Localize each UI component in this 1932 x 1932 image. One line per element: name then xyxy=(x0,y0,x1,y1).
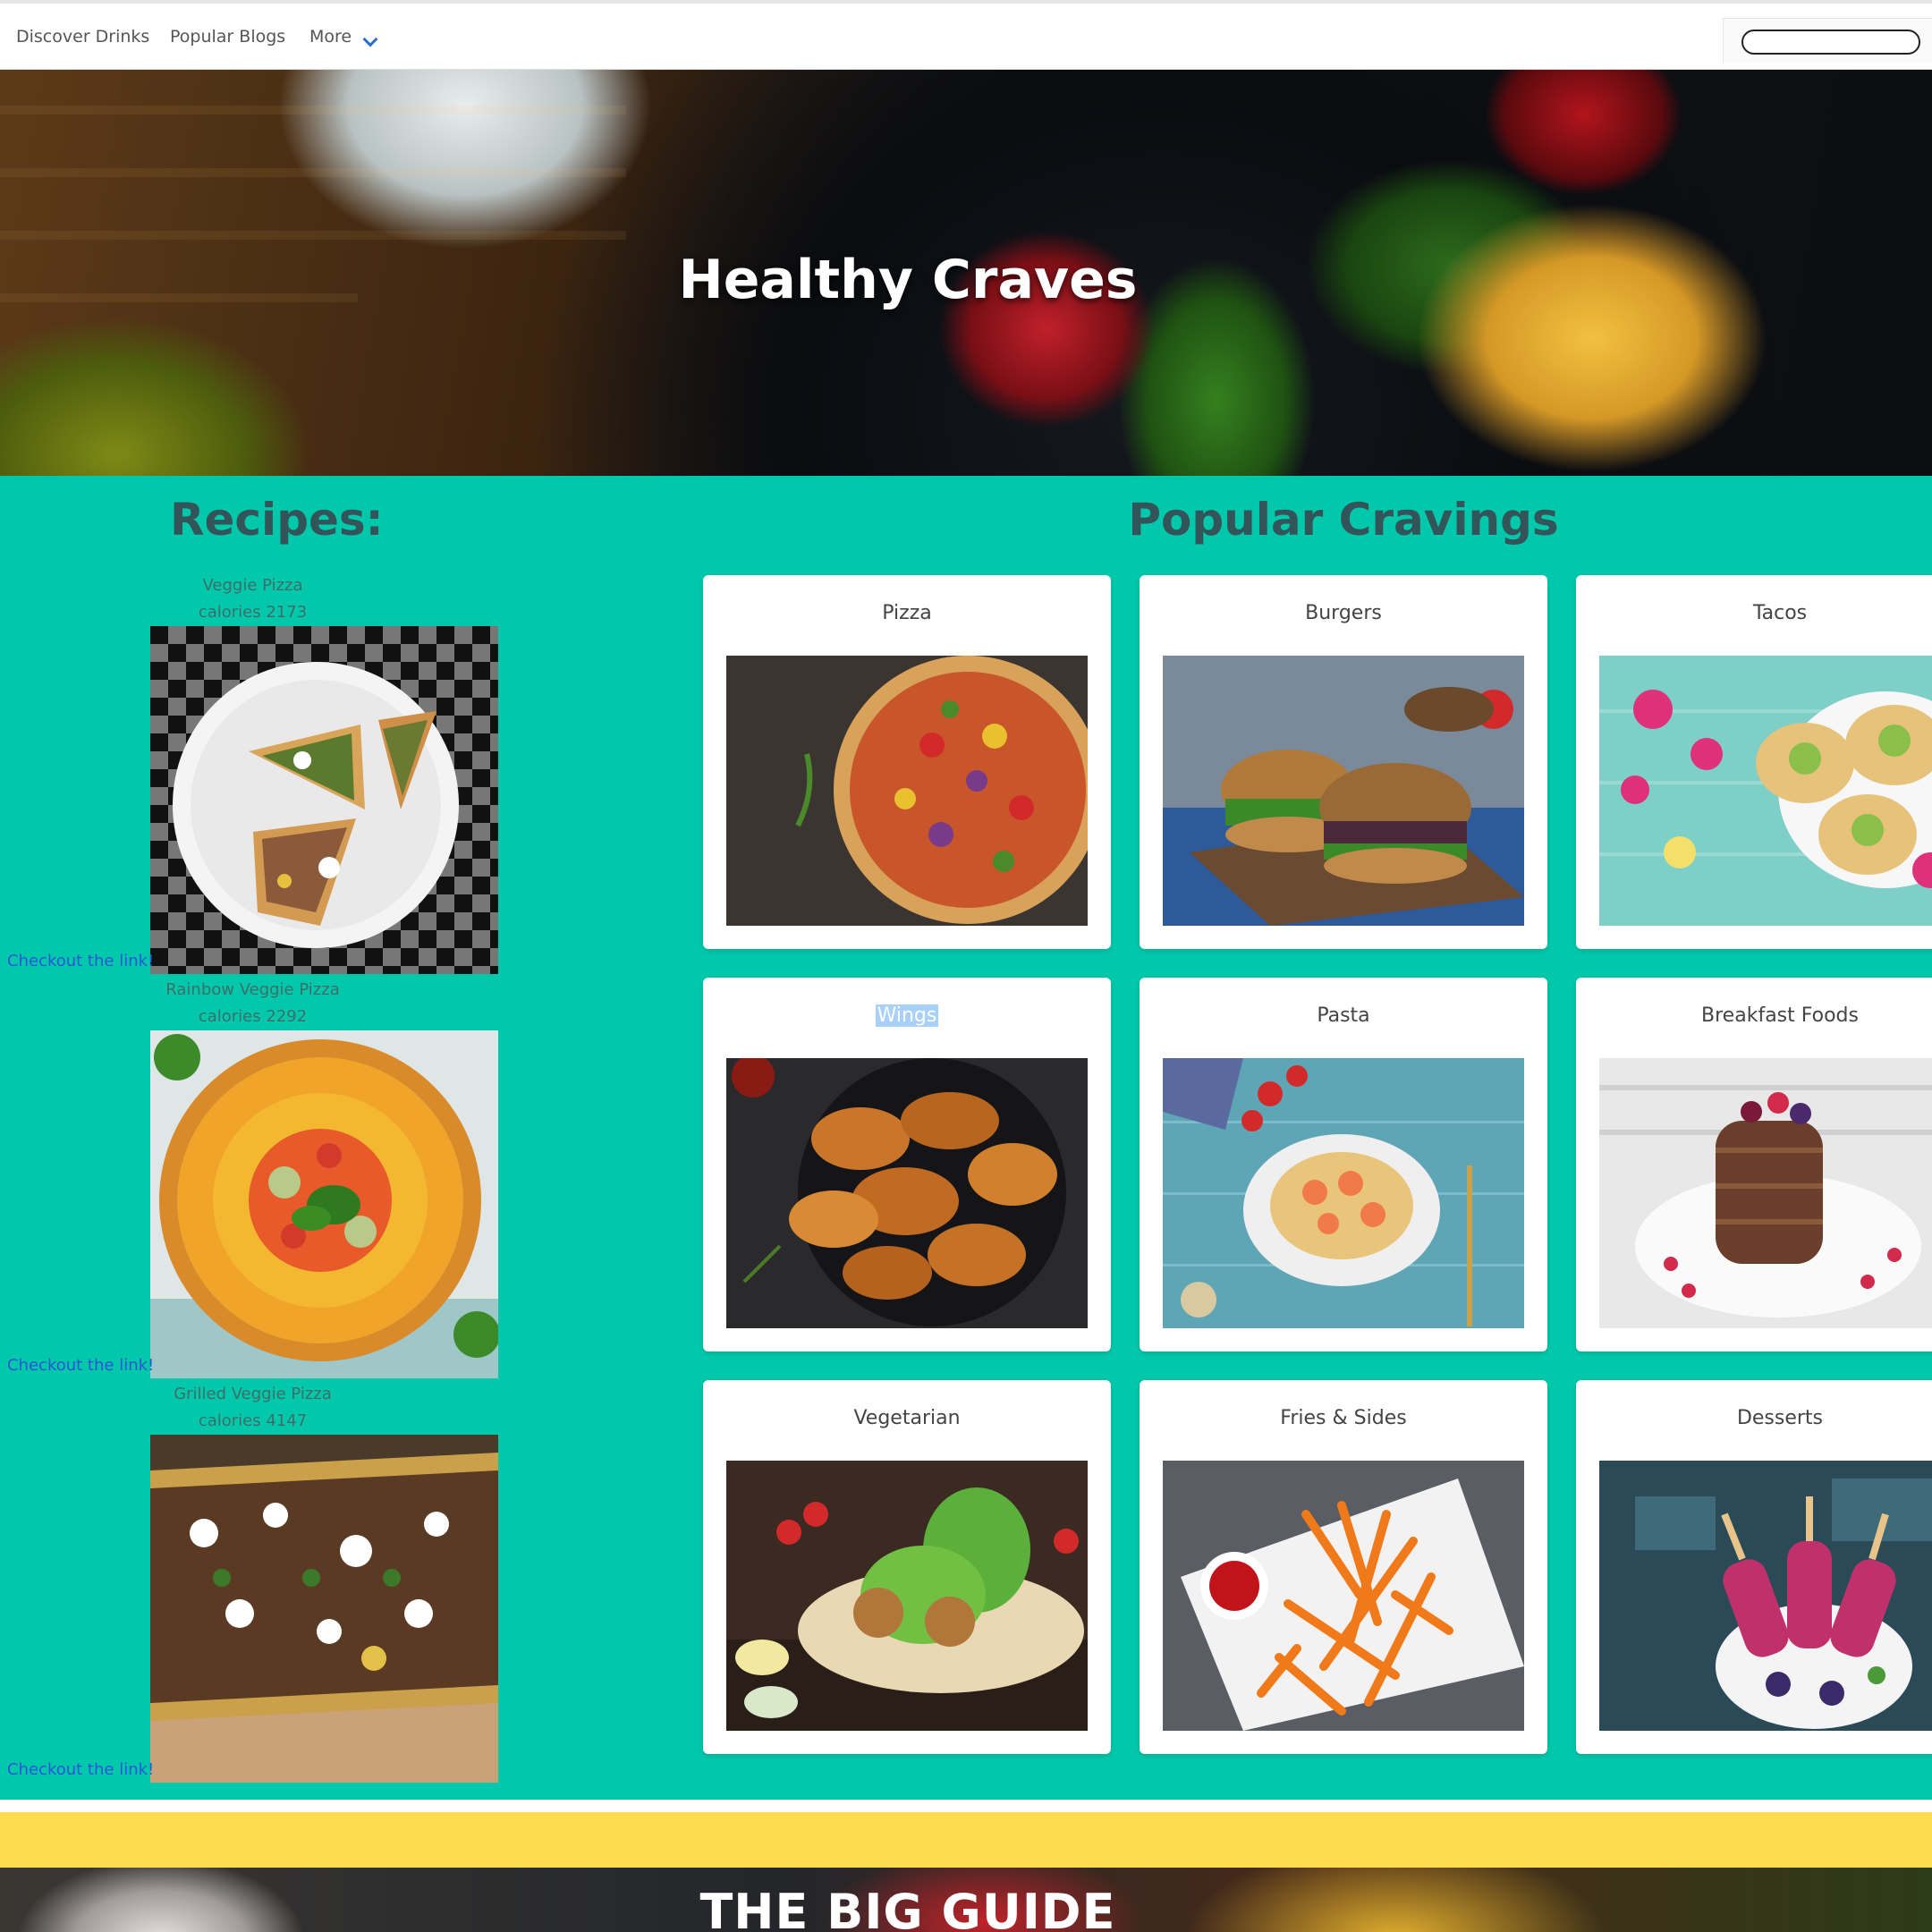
page: Discover Drinks Popular Blogs More Healt… xyxy=(0,0,1932,1932)
search-container xyxy=(1723,18,1932,63)
rainbow-pizza-image xyxy=(150,1030,498,1378)
recipe-name: Grilled Veggie Pizza xyxy=(174,1385,332,1403)
craving-card-tacos[interactable]: Tacos xyxy=(1576,575,1932,949)
craving-card-desserts[interactable]: Desserts xyxy=(1576,1380,1932,1754)
recipe-link[interactable]: Checkout the link! xyxy=(7,1356,154,1375)
craving-card-burgers[interactable]: Burgers xyxy=(1140,575,1547,949)
craving-card-pizza[interactable]: Pizza xyxy=(703,575,1111,949)
nav-discover-drinks[interactable]: Discover Drinks xyxy=(16,27,149,47)
recipe-name: Rainbow Veggie Pizza xyxy=(165,980,340,999)
guide-title: THE BIG GUIDE xyxy=(699,1884,1116,1932)
recipe-image xyxy=(150,1435,498,1783)
yellow-divider xyxy=(0,1812,1932,1868)
recipe-image xyxy=(150,626,498,974)
card-image xyxy=(1599,656,1932,926)
fries-image xyxy=(1163,1461,1524,1731)
top-nav: Discover Drinks Popular Blogs More xyxy=(0,0,1932,70)
recipe-calories: calories 4147 xyxy=(198,1411,308,1430)
recipe-calories: calories 2292 xyxy=(198,1007,308,1026)
recipes-heading: Recipes: xyxy=(170,494,384,546)
card-image xyxy=(1599,1058,1932,1328)
hero-banner: Healthy Craves xyxy=(0,70,1932,476)
nav-popular-blogs[interactable]: Popular Blogs xyxy=(170,27,285,47)
vegetarian-image xyxy=(726,1461,1088,1731)
card-image xyxy=(1163,1461,1524,1731)
guide-banner: THE BIG GUIDE xyxy=(0,1868,1932,1932)
craving-card-breakfast-foods[interactable]: Breakfast Foods xyxy=(1576,978,1932,1352)
recipe-link[interactable]: Checkout the link! xyxy=(7,952,154,970)
card-title: Breakfast Foods xyxy=(1701,1004,1859,1027)
card-image xyxy=(1163,1058,1524,1328)
desserts-image xyxy=(1599,1461,1932,1731)
craving-card-vegetarian[interactable]: Vegetarian xyxy=(703,1380,1111,1754)
recipe-title: Rainbow Veggie Pizza calories 2292 xyxy=(107,977,398,1030)
veggie-pizza-image xyxy=(150,626,498,974)
card-title: Desserts xyxy=(1736,1407,1824,1429)
card-image xyxy=(726,656,1088,926)
nav-more[interactable]: More xyxy=(309,27,352,47)
content-section: Recipes: Veggie Pizza calories 2173 Chec… xyxy=(0,476,1932,1800)
card-title: Tacos xyxy=(1752,602,1808,624)
popular-cravings-heading: Popular Cravings xyxy=(1128,494,1559,546)
breakfast-image xyxy=(1599,1058,1932,1328)
recipe-title: Grilled Veggie Pizza calories 4147 xyxy=(107,1381,398,1435)
card-title: Fries & Sides xyxy=(1280,1407,1407,1429)
recipe-calories: calories 2173 xyxy=(198,603,308,622)
hero-title: Healthy Craves xyxy=(678,249,1138,311)
search-input[interactable] xyxy=(1741,30,1920,55)
card-image xyxy=(726,1461,1088,1731)
recipe-name: Veggie Pizza xyxy=(202,576,303,595)
craving-card-fries-sides[interactable]: Fries & Sides xyxy=(1140,1380,1547,1754)
burgers-image xyxy=(1163,656,1524,926)
pizza-image xyxy=(726,656,1088,926)
recipe-title: Veggie Pizza calories 2173 xyxy=(107,572,398,626)
card-image xyxy=(1599,1461,1932,1731)
card-title: Pasta xyxy=(1317,1004,1370,1027)
grilled-pizza-image xyxy=(150,1435,498,1783)
craving-card-pasta[interactable]: Pasta xyxy=(1140,978,1547,1352)
tacos-image xyxy=(1599,656,1932,926)
card-title: Burgers xyxy=(1305,602,1382,624)
card-title: Pizza xyxy=(882,602,932,624)
recipe-image xyxy=(150,1030,498,1378)
card-title: Wings xyxy=(875,1004,939,1027)
pasta-image xyxy=(1163,1058,1524,1328)
card-image xyxy=(726,1058,1088,1328)
card-title: Vegetarian xyxy=(853,1407,961,1429)
chevron-down-icon[interactable] xyxy=(362,31,378,47)
wings-image xyxy=(726,1058,1088,1328)
card-image xyxy=(1163,656,1524,926)
recipe-link[interactable]: Checkout the link! xyxy=(7,1760,154,1779)
craving-card-wings[interactable]: Wings xyxy=(703,978,1111,1352)
